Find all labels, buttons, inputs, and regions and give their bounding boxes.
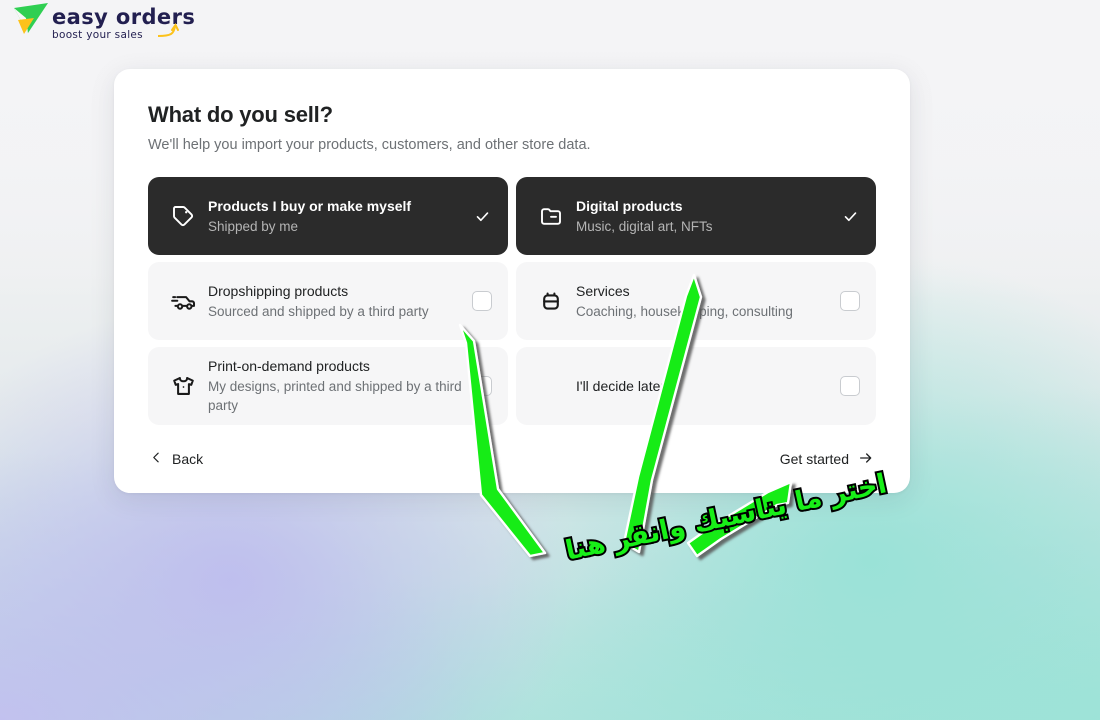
- back-label: Back: [172, 451, 204, 467]
- option-text: Dropshipping products Sourced and shippe…: [208, 282, 472, 321]
- delivery-truck-icon: [166, 284, 200, 318]
- option-text: Products I buy or make myself Shipped by…: [208, 197, 472, 236]
- options-grid: Products I buy or make myself Shipped by…: [148, 177, 876, 425]
- option-title: Services: [576, 282, 630, 299]
- option-checkbox[interactable]: [840, 376, 860, 396]
- option-checkbox[interactable]: [472, 291, 492, 311]
- tshirt-icon: [166, 369, 200, 403]
- get-started-button[interactable]: Get started: [778, 446, 876, 473]
- option-checkbox[interactable]: [472, 376, 492, 396]
- price-tag-icon: [166, 199, 200, 233]
- app-root: easy orders boost your sales What do you…: [0, 0, 1100, 720]
- option-services[interactable]: Services Coaching, housekeeping, consult…: [516, 262, 876, 340]
- option-title: Print-on-demand products: [208, 358, 370, 374]
- option-print-on-demand[interactable]: Print-on-demand products My designs, pri…: [148, 347, 508, 425]
- option-description: Coaching, housekeeping, consulting: [576, 303, 793, 319]
- option-digital-products[interactable]: Digital products Music, digital art, NFT…: [516, 177, 876, 255]
- logo-svg: easy orders boost your sales: [14, 3, 195, 41]
- option-title: Dropshipping products: [208, 282, 349, 299]
- paper-plane-icon: [14, 3, 48, 34]
- option-description: Shipped by me: [208, 218, 299, 234]
- briefcase-icon: [534, 284, 568, 318]
- checkmark-icon[interactable]: [472, 206, 492, 226]
- arrow-right-icon: [858, 450, 874, 469]
- page-title: What do you sell?: [148, 102, 333, 127]
- option-title: I'll decide later: [576, 377, 666, 394]
- get-started-label: Get started: [779, 451, 849, 467]
- card-footer: Back Get started: [148, 425, 876, 493]
- option-description: My designs, printed and shipped by a thi…: [208, 379, 462, 413]
- back-button[interactable]: Back: [148, 447, 205, 471]
- svg-text:boost your sales: boost your sales: [52, 29, 143, 41]
- option-decide-later[interactable]: I'll decide later: [516, 347, 876, 425]
- option-dropshipping[interactable]: Dropshipping products Sourced and shippe…: [148, 262, 508, 340]
- option-title: Products I buy or make myself: [208, 197, 412, 214]
- option-description: Sourced and shipped by a third party: [208, 303, 429, 319]
- svg-text:easy orders: easy orders: [52, 5, 195, 29]
- option-text: Services Coaching, housekeeping, consult…: [576, 282, 840, 321]
- brand-logo[interactable]: easy orders boost your sales: [8, 0, 208, 46]
- option-text: I'll decide later: [576, 377, 840, 396]
- onboarding-card: What do you sell? We'll help you import …: [114, 69, 910, 493]
- option-products-i-buy[interactable]: Products I buy or make myself Shipped by…: [148, 177, 508, 255]
- option-checkbox[interactable]: [840, 291, 860, 311]
- option-description: Music, digital art, NFTs: [576, 218, 713, 234]
- option-title: Digital products: [576, 197, 683, 214]
- page-subtitle: We'll help you import your products, cus…: [148, 137, 591, 153]
- chevron-left-icon: [150, 451, 163, 467]
- folder-icon: [534, 199, 568, 233]
- checkmark-icon[interactable]: [840, 206, 860, 226]
- option-text: Print-on-demand products My designs, pri…: [208, 357, 472, 415]
- option-text: Digital products Music, digital art, NFT…: [576, 197, 840, 236]
